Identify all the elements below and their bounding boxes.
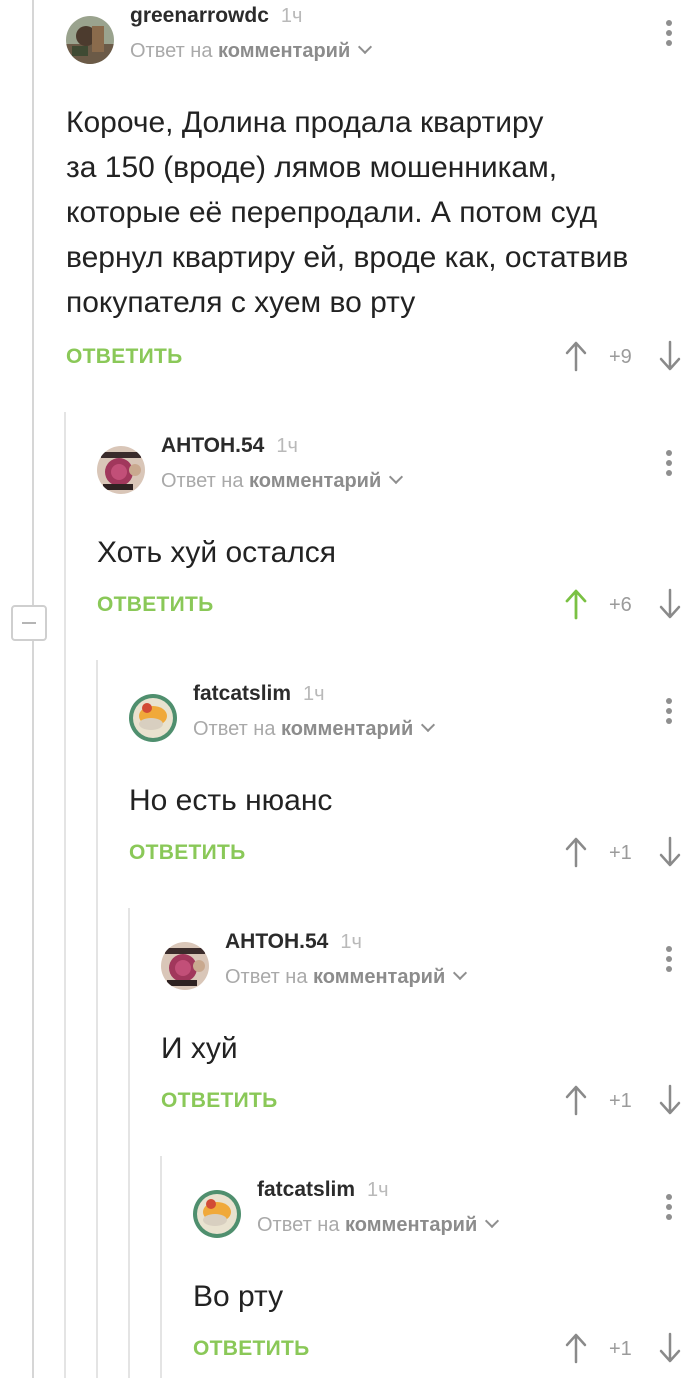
avatar[interactable] <box>66 16 114 64</box>
comment-author[interactable]: greenarrowdc 1ч <box>130 4 302 28</box>
downvote-arrow-icon[interactable] <box>658 1084 682 1116</box>
avatar[interactable] <box>97 446 145 494</box>
reply-to-link[interactable]: Ответ на комментарий <box>257 1213 500 1237</box>
vote-score: +1 <box>609 842 632 864</box>
reply-button[interactable]: ОТВЕТИТЬ <box>161 1089 278 1113</box>
reply-to-target: комментарий <box>249 470 382 492</box>
comment-text: Но есть нюанс <box>129 778 332 823</box>
more-options-icon[interactable] <box>664 946 674 976</box>
comment-text-line: Короче, Долина продала квартиру <box>66 106 544 139</box>
comment: fatcatslim 1ч Ответ на комментарий Но ест… <box>129 682 687 882</box>
vote-score: +6 <box>609 594 632 616</box>
comment-author[interactable]: АНТОН.54 1ч <box>161 434 298 458</box>
chevron-down-icon <box>389 469 404 485</box>
comment-text-line: вернул квартиру ей, вроде как, остатвив <box>66 241 629 274</box>
comment-text: Хоть хуй остался <box>97 530 336 575</box>
comment-time: 1ч <box>340 931 362 953</box>
author-name[interactable]: АНТОН.54 <box>225 930 328 953</box>
author-name[interactable]: fatcatslim <box>193 682 291 705</box>
thread-line-level-2 <box>96 660 98 1378</box>
thread-line-level-4 <box>160 1156 162 1378</box>
reply-button[interactable]: ОТВЕТИТЬ <box>129 841 246 865</box>
comment-author[interactable]: fatcatslim 1ч <box>257 1178 389 1202</box>
reply-to-link[interactable]: Ответ на комментарий <box>130 39 373 63</box>
upvote-arrow-icon[interactable] <box>564 1084 588 1116</box>
thread-line-level-3 <box>128 908 130 1378</box>
reply-to-prefix: Ответ на <box>193 718 276 740</box>
author-name[interactable]: greenarrowdc <box>130 4 269 27</box>
comment-text-line: Хоть хуй остался <box>97 536 337 569</box>
avatar[interactable] <box>161 942 209 990</box>
downvote-arrow-icon[interactable] <box>658 1332 682 1364</box>
comment-author[interactable]: АНТОН.54 1ч <box>225 930 362 954</box>
reply-to-target: комментарий <box>218 40 351 62</box>
vote-score: +1 <box>609 1338 632 1360</box>
more-options-icon[interactable] <box>664 450 674 480</box>
comment-text: Короче, Долина продала квартиру за 150 (… <box>66 100 628 325</box>
reply-button[interactable]: ОТВЕТИТЬ <box>97 593 214 617</box>
comment: АНТОН.54 1ч Ответ на комментарий И хуй ОТ… <box>161 930 687 1130</box>
avatar[interactable] <box>129 694 177 742</box>
collapse-thread-button[interactable] <box>11 605 47 641</box>
reply-to-link[interactable]: Ответ на комментарий <box>193 717 436 741</box>
downvote-arrow-icon[interactable] <box>658 340 682 372</box>
upvote-arrow-icon[interactable] <box>564 588 588 620</box>
more-options-icon[interactable] <box>664 1194 674 1224</box>
comment: greenarrowdc 1ч Ответ на комментарий Коро… <box>66 4 686 384</box>
comment-time: 1ч <box>276 435 298 457</box>
comment: fatcatslim 1ч Ответ на комментарий Во рту… <box>193 1178 687 1378</box>
comment-time: 1ч <box>303 683 325 705</box>
author-name[interactable]: АНТОН.54 <box>161 434 264 457</box>
comment-text-line: покупателя с хуем во рту <box>66 286 416 319</box>
chevron-down-icon <box>485 1213 500 1229</box>
comment-time: 1ч <box>367 1179 389 1201</box>
reply-to-link[interactable]: Ответ на комментарий <box>225 965 468 989</box>
reply-to-prefix: Ответ на <box>257 1214 340 1236</box>
downvote-arrow-icon[interactable] <box>658 588 682 620</box>
reply-button[interactable]: ОТВЕТИТЬ <box>66 345 183 369</box>
chevron-down-icon <box>421 717 436 733</box>
reply-to-target: комментарий <box>281 718 414 740</box>
comment-text: Во рту <box>193 1274 283 1319</box>
avatar[interactable] <box>193 1190 241 1238</box>
upvote-arrow-icon[interactable] <box>564 1332 588 1364</box>
more-options-icon[interactable] <box>664 20 674 50</box>
comment-text-line: за 150 (вроде) лямов мошенникам, <box>66 151 558 184</box>
reply-to-target: комментарий <box>313 966 446 988</box>
comment-author[interactable]: fatcatslim 1ч <box>193 682 325 706</box>
thread-line-root <box>32 0 34 1378</box>
comment-text-line: Но есть нюанс <box>129 784 333 817</box>
comment: АНТОН.54 1ч Ответ на комментарий Хоть хуй… <box>97 434 687 634</box>
reply-to-link[interactable]: Ответ на комментарий <box>161 469 404 493</box>
vote-score: +1 <box>609 1090 632 1112</box>
downvote-arrow-icon[interactable] <box>658 836 682 868</box>
reply-to-prefix: Ответ на <box>161 470 244 492</box>
upvote-arrow-icon[interactable] <box>564 340 588 372</box>
reply-to-target: комментарий <box>345 1214 478 1236</box>
chevron-down-icon <box>453 965 468 981</box>
vote-score: +9 <box>609 346 632 368</box>
comment-text-line: которые её перепродали. А потом суд <box>66 196 598 229</box>
comment-text-line: И хуй <box>161 1032 238 1065</box>
more-options-icon[interactable] <box>664 698 674 728</box>
thread-line-level-1 <box>64 412 66 1378</box>
reply-to-prefix: Ответ на <box>130 40 213 62</box>
author-name[interactable]: fatcatslim <box>257 1178 355 1201</box>
chevron-down-icon <box>358 39 373 55</box>
comment-time: 1ч <box>280 5 303 27</box>
comment-text: И хуй <box>161 1026 238 1071</box>
reply-to-prefix: Ответ на <box>225 966 308 988</box>
reply-button[interactable]: ОТВЕТИТЬ <box>193 1337 310 1361</box>
comment-text-line: Во рту <box>193 1280 284 1313</box>
upvote-arrow-icon[interactable] <box>564 836 588 868</box>
